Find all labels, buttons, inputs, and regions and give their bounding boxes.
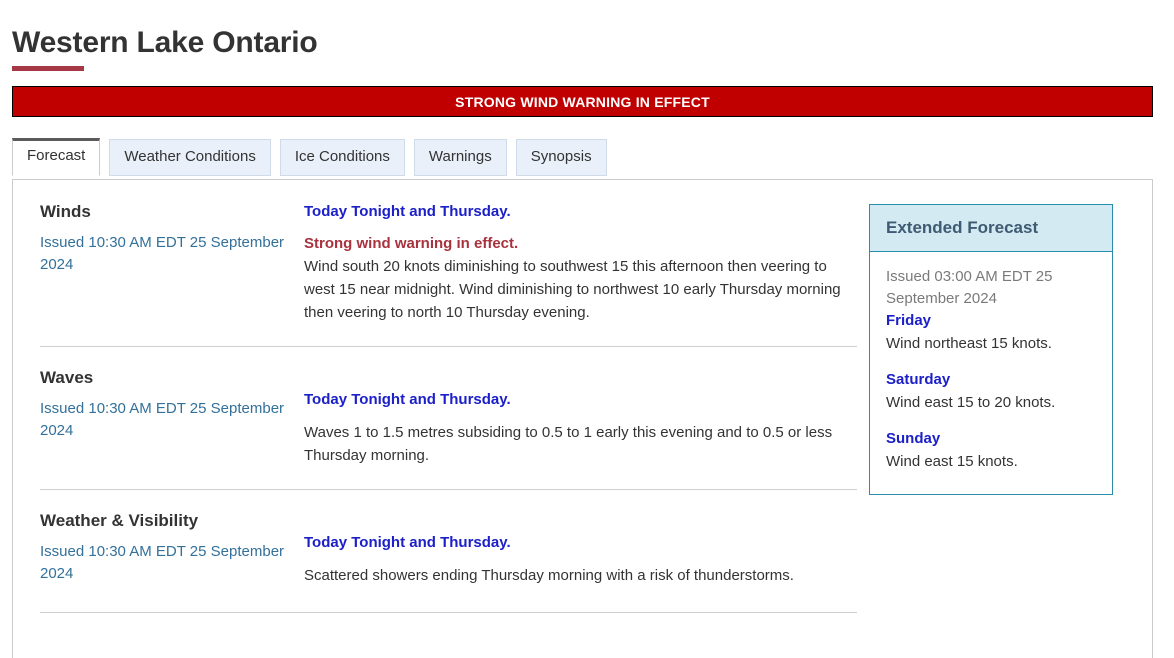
section-meta-waves: Waves Issued 10:30 AM EDT 25 September 2… <box>29 367 304 467</box>
forecast-sections-column: Winds Issued 10:30 AM EDT 25 September 2… <box>29 180 857 613</box>
section-heading-weather-visibility: Weather & Visibility <box>40 511 199 530</box>
section-meta-weather-visibility: Weather & Visibility Issued 10:30 AM EDT… <box>29 510 304 587</box>
forecast-panel: Winds Issued 10:30 AM EDT 25 September 2… <box>12 179 1153 658</box>
section-body-weather-visibility: Today Tonight and Thursday. Scattered sh… <box>304 532 857 587</box>
tab-weather-conditions[interactable]: Weather Conditions <box>109 139 271 176</box>
extended-forecast-issued: Issued 03:00 AM EDT 25 September 2024 <box>886 268 1053 307</box>
forecast-section-weather-visibility: Weather & Visibility Issued 10:30 AM EDT… <box>29 490 857 587</box>
section-divider <box>40 612 857 613</box>
extended-forecast-day-friday: Friday <box>886 312 932 329</box>
period-heading-weather-visibility: Today Tonight and Thursday. <box>304 534 511 551</box>
section-body-winds: Today Tonight and Thursday. Strong wind … <box>304 201 857 324</box>
tab-warnings[interactable]: Warnings <box>413 139 507 176</box>
forecast-section-waves: Waves Issued 10:30 AM EDT 25 September 2… <box>29 347 857 467</box>
warning-banner: STRONG WIND WARNING IN EFFECT <box>12 86 1153 117</box>
extended-forecast-body: Issued 03:00 AM EDT 25 September 2024 Fr… <box>870 252 1112 494</box>
body-text-winds: Wind south 20 knots diminishing to south… <box>304 258 841 321</box>
extended-forecast-desc-friday: Wind northeast 15 knots. <box>886 335 1052 352</box>
section-meta-winds: Winds Issued 10:30 AM EDT 25 September 2… <box>29 201 304 324</box>
extended-forecast-header: Extended Forecast <box>870 205 1112 252</box>
extended-forecast-day-saturday: Saturday <box>886 371 951 388</box>
body-text-waves: Waves 1 to 1.5 metres subsiding to 0.5 t… <box>304 424 833 464</box>
tab-bar: Forecast Weather Conditions Ice Conditio… <box>12 138 607 176</box>
warning-banner-text: STRONG WIND WARNING IN EFFECT <box>455 93 710 110</box>
extended-forecast-desc-saturday: Wind east 15 to 20 knots. <box>886 394 1056 411</box>
extended-forecast-title: Extended Forecast <box>886 218 1039 237</box>
body-text-weather-visibility: Scattered showers ending Thursday mornin… <box>304 567 794 584</box>
extended-forecast-panel: Extended Forecast Issued 03:00 AM EDT 25… <box>869 204 1113 495</box>
section-heading-winds: Winds <box>40 202 91 221</box>
alert-line-winds: Strong wind warning in effect. <box>304 235 519 252</box>
title-accent-underline <box>12 66 84 71</box>
page-title: Western Lake Ontario <box>12 26 318 59</box>
extended-forecast-day-sunday: Sunday <box>886 430 941 447</box>
period-heading-waves: Today Tonight and Thursday. <box>304 391 511 408</box>
section-issued-winds: Issued 10:30 AM EDT 25 September 2024 <box>40 234 285 273</box>
tab-synopsis[interactable]: Synopsis <box>515 139 607 176</box>
tab-ice-conditions[interactable]: Ice Conditions <box>279 139 405 176</box>
tab-forecast[interactable]: Forecast <box>12 138 101 176</box>
section-heading-waves: Waves <box>40 368 94 387</box>
section-issued-waves: Issued 10:30 AM EDT 25 September 2024 <box>40 400 285 439</box>
section-body-waves: Today Tonight and Thursday. Waves 1 to 1… <box>304 389 857 467</box>
extended-forecast-desc-sunday: Wind east 15 knots. <box>886 453 1018 470</box>
forecast-section-winds: Winds Issued 10:30 AM EDT 25 September 2… <box>29 180 857 324</box>
period-heading-winds: Today Tonight and Thursday. <box>304 203 511 220</box>
section-issued-weather-visibility: Issued 10:30 AM EDT 25 September 2024 <box>40 543 285 582</box>
